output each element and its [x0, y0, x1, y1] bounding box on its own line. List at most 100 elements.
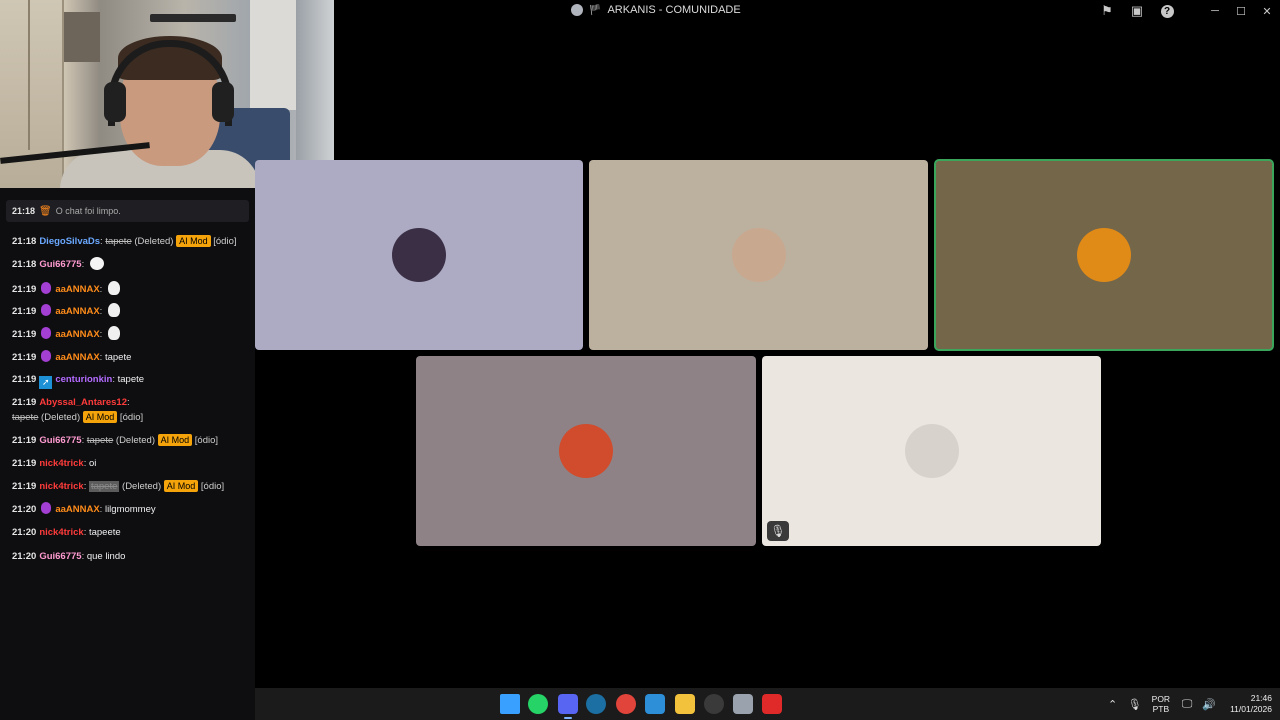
chat-message: 21:19 aaANNAX:: [12, 326, 120, 342]
chat-username[interactable]: aaANNAX: [55, 352, 99, 363]
chat-username[interactable]: nick4trick: [39, 481, 83, 492]
moderation-reason: [ódio]: [210, 236, 237, 247]
goose-emote-icon: [107, 281, 120, 295]
chat-message: 21:18 DiegoSilvaDs: tapete (Deleted) AI M…: [12, 234, 237, 249]
mic-badge-icon: [41, 502, 52, 514]
chat-message: 21:20 aaANNAX: lilgmommey: [12, 502, 156, 517]
language-indicator[interactable]: POR PTB: [1152, 694, 1170, 714]
chat-timestamp: 21:18: [12, 236, 37, 247]
chat-timestamp: 21:19: [12, 352, 37, 363]
window-icon[interactable]: ▣: [1122, 0, 1152, 22]
clock-time: 21:46: [1250, 693, 1272, 703]
chat-timestamp: 21:19: [12, 284, 37, 295]
deleted-label: (Deleted): [119, 481, 164, 492]
chat-username[interactable]: aaANNAX: [55, 284, 99, 295]
chat-timestamp: 21:19: [12, 397, 37, 408]
moderation-reason: [ódio]: [192, 435, 219, 446]
chat-colon: :: [81, 259, 87, 270]
start-button[interactable]: [500, 694, 520, 714]
chat-timestamp: 21:19: [12, 481, 37, 492]
minimize-button[interactable]: ─: [1202, 0, 1228, 22]
headphone-cup-right: [212, 82, 234, 122]
chat-message: 21:19 aaANNAX: tapete: [12, 350, 131, 365]
chevron-up-icon[interactable]: ⌃: [1102, 698, 1124, 711]
goose-emote-icon: [107, 326, 120, 340]
headphone-cup-left: [104, 82, 126, 122]
chat-message: 21:19 nick4trick: tapete (Deleted) AI Mod…: [12, 479, 224, 494]
chrome-icon[interactable]: [616, 694, 636, 714]
deleted-message-text: tapete: [105, 236, 132, 247]
help-icon[interactable]: ?: [1152, 0, 1182, 22]
system-tray: ⌃ 🎙 POR PTB 🖵 🔊 21:46 11/01/2026: [1102, 688, 1280, 720]
muted-microphone-icon: 🎙: [767, 521, 789, 541]
chat-username[interactable]: Gui66775: [39, 551, 81, 562]
maximize-button[interactable]: ☐: [1228, 0, 1254, 22]
steam-icon[interactable]: [586, 694, 606, 714]
chat-timestamp: 21:20: [12, 527, 37, 538]
participant-tile[interactable]: 🎙: [762, 356, 1101, 546]
chat-username[interactable]: aaANNAX: [55, 504, 99, 515]
chat-text: tapeete: [88, 527, 121, 538]
participant-tile[interactable]: [934, 159, 1274, 351]
chat-message: 21:20 nick4trick: tapeete: [12, 525, 121, 540]
chat-username[interactable]: Gui66775: [39, 259, 81, 270]
chat-username[interactable]: aaANNAX: [55, 329, 99, 340]
deleted-label: (Deleted): [113, 435, 158, 446]
chat-username[interactable]: centurionkin: [55, 374, 112, 385]
chat-username[interactable]: nick4trick: [39, 527, 83, 538]
skunk-avatar: [392, 228, 446, 282]
window-titlebar: 🏴 ARKANIS - COMUNIDADE ⚑ ▣ ? ─ ☐ ✕: [335, 0, 1280, 22]
chat-text: lilgmommey: [104, 504, 156, 515]
chat-username[interactable]: Gui66775: [39, 435, 81, 446]
window-title-text: ARKANIS - COMUNIDADE: [607, 4, 741, 16]
goose-emote-icon: [107, 303, 120, 317]
participant-tile[interactable]: [589, 160, 928, 350]
clock-date: 11/01/2026: [1230, 704, 1272, 714]
chat-timestamp: 21:20: [12, 504, 37, 515]
chat-message: 21:19 aaANNAX:: [12, 303, 120, 319]
webcam-wall-decoration: [150, 14, 236, 22]
chat-text: tapete: [104, 352, 132, 363]
window-title: 🏴 ARKANIS - COMUNIDADE: [571, 4, 741, 16]
chat-colon: :: [99, 306, 105, 317]
participant-tile[interactable]: [416, 356, 756, 546]
chat-timestamp: 21:19: [12, 329, 37, 340]
chat-message: 21:19 ➚ centurionkin: tapete: [12, 372, 144, 389]
crab-cowboy-avatar: [731, 228, 786, 282]
chat-message: 21:20 Gui66775: que lindo: [12, 549, 125, 564]
chat-username[interactable]: Abyssal_Antares12: [39, 397, 127, 408]
deleted-message-text: tapete: [86, 435, 114, 446]
close-button[interactable]: ✕: [1254, 0, 1280, 22]
inbox-icon[interactable]: ⚑: [1092, 0, 1122, 22]
discord-icon[interactable]: [558, 694, 578, 719]
chat-timestamp: 21:19: [12, 435, 37, 446]
trash-icon: 🗑: [39, 205, 52, 217]
chat-colon: :: [99, 284, 105, 295]
photos-icon[interactable]: [645, 694, 665, 714]
taskbar-clock[interactable]: 21:46 11/01/2026: [1230, 693, 1272, 715]
chat-username[interactable]: DiegoSilvaDs: [39, 236, 100, 247]
network-icon[interactable]: 🖵: [1176, 698, 1198, 711]
mic-badge-icon: [41, 327, 52, 339]
microphone-icon[interactable]: 🎙: [1124, 698, 1146, 711]
server-flag-icon: 🏴: [589, 4, 602, 16]
obs-icon[interactable]: [704, 694, 724, 714]
windows-taskbar: ⌃ 🎙 POR PTB 🖵 🔊 21:46 11/01/2026: [255, 688, 1280, 720]
deleted-message-text: tapete: [12, 412, 39, 423]
moderation-reason: [ódio]: [198, 481, 225, 492]
chat-message: 21:19 nick4trick: oi: [12, 456, 96, 471]
settings-icon[interactable]: [733, 694, 753, 714]
chat-timestamp: 21:19: [12, 458, 37, 469]
whatsapp-icon[interactable]: [528, 694, 548, 714]
volume-icon[interactable]: 🔊: [1198, 698, 1220, 711]
explorer-icon[interactable]: [675, 694, 695, 714]
chat-username[interactable]: aaANNAX: [55, 306, 99, 317]
chat-username[interactable]: nick4trick: [39, 458, 83, 469]
discord-logo-icon: [571, 4, 583, 16]
chat-timestamp: 21:20: [12, 551, 37, 562]
ai-mod-badge: AI Mod: [163, 480, 199, 492]
youtube-icon[interactable]: [762, 694, 782, 714]
chat-colon: :: [126, 397, 130, 408]
participant-tile[interactable]: [255, 160, 583, 350]
chat-colon: :: [99, 329, 105, 340]
